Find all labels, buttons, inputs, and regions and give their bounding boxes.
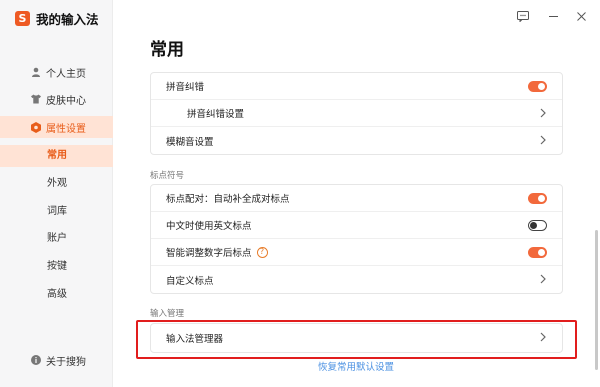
sidebar-item-label: 属性设置 [46, 123, 86, 135]
setting-row-pinyin-correction: 拼音纠错 [151, 73, 562, 100]
app-logo-icon: S [15, 11, 30, 26]
sidebar-subitem-advanced[interactable]: 高级 [0, 284, 113, 306]
sidebar-subitem-common[interactable]: 常用 [0, 145, 113, 167]
feedback-icon[interactable] [516, 9, 530, 23]
highlight-box [136, 320, 577, 359]
user-icon [31, 67, 41, 77]
page-title: 常用 [150, 40, 184, 60]
paired-punctuation-toggle[interactable] [528, 193, 547, 204]
pinyin-correction-toggle[interactable] [528, 81, 547, 92]
smart-number-punctuation-toggle[interactable] [528, 247, 547, 258]
sidebar-item-about[interactable]: 关于搜狗 [0, 349, 113, 371]
sidebar-subitem-appearance[interactable]: 外观 [0, 173, 113, 195]
sidebar-item-label: 关于搜狗 [46, 356, 86, 368]
pinyin-settings-card: 拼音纠错 拼音纠错设置 模糊音设置 [150, 72, 563, 155]
setting-label: 中文时使用英文标点 [166, 221, 252, 232]
chevron-right-icon [540, 274, 546, 284]
sidebar-item-skins[interactable]: 皮肤中心 [0, 88, 113, 110]
chevron-right-icon [540, 135, 546, 145]
section-label-ime-management: 输入管理 [150, 309, 185, 319]
setting-row-smart-number-punctuation: 智能调整数字后标点 ? [151, 239, 562, 266]
setting-label: 模糊音设置 [166, 136, 214, 148]
setting-label: 拼音纠错设置 [187, 109, 245, 120]
hexagon-settings-icon [31, 121, 41, 133]
close-icon[interactable] [574, 9, 588, 23]
sidebar-item-label: 个人主页 [46, 68, 86, 80]
sidebar-subitem-keys[interactable]: 按键 [0, 256, 113, 278]
setting-label: 拼音纠错 [166, 82, 205, 93]
app-name: 我的输入法 [36, 12, 99, 27]
section-label-punctuation: 标点符号 [150, 171, 185, 181]
chevron-right-icon [540, 108, 546, 118]
setting-label: 标点配对：自动补全成对标点 [166, 194, 290, 205]
sidebar-item-profile[interactable]: 个人主页 [0, 61, 113, 83]
english-punctuation-toggle[interactable] [528, 220, 547, 231]
scrollbar[interactable] [595, 230, 598, 370]
minimize-icon[interactable] [546, 9, 560, 23]
sidebar: S 我的输入法 个人主页 皮肤中心 属性设置 常用 外观 词库 账户 按键 高级… [0, 0, 113, 387]
setting-row-english-punctuation: 中文时使用英文标点 [151, 212, 562, 239]
setting-label: 自定义标点 [166, 275, 214, 287]
sidebar-subitem-account[interactable]: 账户 [0, 228, 113, 250]
brand: S 我的输入法 [15, 9, 99, 28]
setting-row-pinyin-correction-settings[interactable]: 拼音纠错设置 [151, 100, 562, 127]
info-icon [31, 355, 41, 365]
punctuation-card: 标点配对：自动补全成对标点 中文时使用英文标点 智能调整数字后标点 ? 自定义标… [150, 184, 563, 294]
setting-row-fuzzy-sound[interactable]: 模糊音设置 [151, 127, 562, 154]
help-icon[interactable]: ? [256, 246, 268, 258]
setting-label: 智能调整数字后标点 [166, 248, 252, 259]
setting-row-paired-punctuation: 标点配对：自动补全成对标点 [151, 185, 562, 212]
sidebar-item-settings[interactable]: 属性设置 [0, 116, 113, 138]
setting-row-custom-punctuation[interactable]: 自定义标点 [151, 266, 562, 293]
restore-defaults-link[interactable]: 恢复常用默认设置 [318, 359, 394, 373]
sidebar-item-label: 皮肤中心 [46, 95, 86, 107]
sidebar-subitem-dictionary[interactable]: 词库 [0, 201, 113, 223]
shirt-icon [31, 94, 41, 104]
